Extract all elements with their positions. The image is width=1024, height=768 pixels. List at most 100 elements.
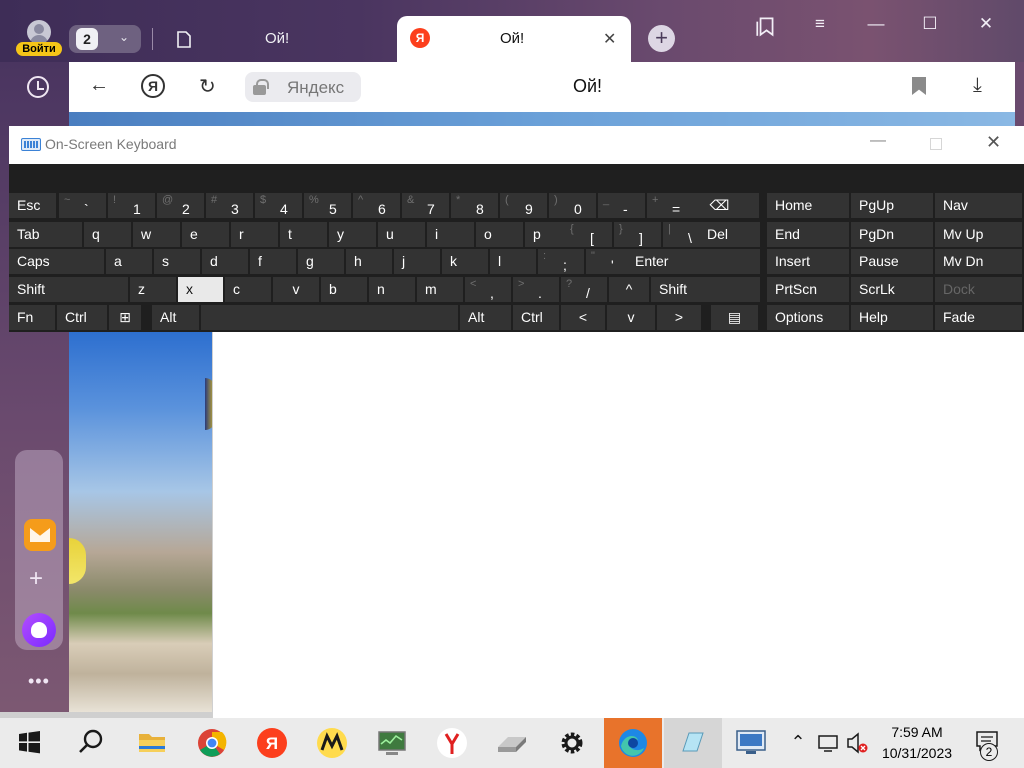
key-dock[interactable]: Dock: [935, 277, 1022, 302]
key-caps[interactable]: Caps: [9, 249, 104, 274]
key-symbol-0-1[interactable]: ~ `: [59, 193, 106, 218]
key-tab[interactable]: Tab: [9, 222, 82, 247]
back-arrow-icon[interactable]: ←: [89, 74, 109, 97]
key-help[interactable]: Help: [851, 305, 933, 330]
key-alt[interactable]: Alt: [152, 305, 199, 330]
key-esc[interactable]: Esc: [9, 193, 56, 218]
osk-minimize-icon[interactable]: —: [870, 132, 886, 150]
key-shift[interactable]: Shift: [651, 277, 760, 302]
key-5[interactable]: % 5: [304, 193, 351, 218]
page-title[interactable]: Ой!: [573, 76, 602, 97]
key-u[interactable]: u: [378, 222, 425, 247]
key-fn[interactable]: Fn: [9, 305, 55, 330]
key-symbol-3-11[interactable]: ^: [609, 277, 649, 302]
key-home[interactable]: Home: [767, 193, 849, 218]
key-end[interactable]: End: [767, 222, 849, 247]
key-o[interactable]: o: [476, 222, 523, 247]
site-info-button[interactable]: Яндекс: [245, 72, 361, 102]
key-h[interactable]: h: [346, 249, 392, 274]
osk-close-icon[interactable]: ✕: [986, 132, 1001, 153]
key-y[interactable]: y: [329, 222, 376, 247]
key-v[interactable]: v: [273, 277, 319, 302]
tab-counter-button[interactable]: 2 ⌄: [69, 25, 141, 53]
key-r[interactable]: r: [231, 222, 278, 247]
key-n[interactable]: n: [369, 277, 415, 302]
key-symbol-1-12[interactable]: }]: [614, 222, 661, 247]
drive-icon[interactable]: [482, 718, 542, 768]
key-2[interactable]: @2: [157, 193, 204, 218]
chrome-icon[interactable]: [182, 718, 242, 768]
key-nav[interactable]: Nav: [935, 193, 1022, 218]
yandex-y-icon[interactable]: [422, 718, 482, 768]
key-t[interactable]: t: [280, 222, 327, 247]
tab-active[interactable]: Я Ой! ✕: [397, 16, 631, 62]
login-button[interactable]: Войти: [16, 18, 62, 58]
key-j[interactable]: j: [394, 249, 440, 274]
alice-assistant-icon[interactable]: [22, 613, 56, 647]
osk-taskbar-icon[interactable]: [664, 718, 722, 768]
key-w[interactable]: w: [133, 222, 180, 247]
show-hidden-icons-chevron-up-icon[interactable]: ⌃: [786, 718, 810, 768]
key-k[interactable]: k: [442, 249, 488, 274]
key-pgup[interactable]: PgUp: [851, 193, 933, 218]
network-icon[interactable]: [814, 718, 842, 768]
key-q[interactable]: q: [84, 222, 131, 247]
key-fade[interactable]: Fade: [935, 305, 1022, 330]
key-f[interactable]: f: [250, 249, 296, 274]
yandex-home-icon[interactable]: Я: [141, 74, 165, 98]
key-shift[interactable]: Shift: [9, 277, 128, 302]
maximize-icon[interactable]: ☐: [918, 12, 942, 36]
bookmark-icon[interactable]: [912, 77, 926, 95]
key-4[interactable]: $4: [255, 193, 302, 218]
history-icon[interactable]: [27, 76, 49, 98]
close-window-icon[interactable]: ✕: [974, 12, 998, 36]
key-c[interactable]: c: [225, 277, 271, 302]
key-ctrl[interactable]: Ctrl: [57, 305, 107, 330]
key-i[interactable]: i: [427, 222, 474, 247]
key-alt[interactable]: Alt: [460, 305, 511, 330]
key-insert[interactable]: Insert: [767, 249, 849, 274]
collections-icon[interactable]: [754, 14, 778, 38]
volume-muted-icon[interactable]: [844, 718, 870, 768]
task-manager-icon[interactable]: [362, 718, 422, 768]
new-tab-button[interactable]: +: [648, 25, 675, 52]
key-symbol-0-14[interactable]: ⌫: [680, 193, 759, 218]
more-dots-icon[interactable]: •••: [28, 671, 50, 692]
key-mv-up[interactable]: Mv Up: [935, 222, 1022, 247]
system-clock[interactable]: 7:59 AM 10/31/2023: [872, 722, 962, 764]
key-d[interactable]: d: [202, 249, 248, 274]
edge-icon[interactable]: [604, 718, 662, 768]
key-3[interactable]: #3: [206, 193, 253, 218]
key-symbol-3-9[interactable]: >.: [513, 277, 559, 302]
key-b[interactable]: b: [321, 277, 367, 302]
key-pause[interactable]: Pause: [851, 249, 933, 274]
mail-icon[interactable]: [24, 519, 56, 551]
key-prtscn[interactable]: PrtScn: [767, 277, 849, 302]
key-symbol-1-11[interactable]: {[: [565, 222, 612, 247]
key-del[interactable]: Del: [699, 222, 760, 247]
search-icon[interactable]: [62, 718, 120, 768]
key-l[interactable]: l: [490, 249, 536, 274]
key-symbol-3-8[interactable]: <,: [465, 277, 511, 302]
key-z[interactable]: z: [130, 277, 176, 302]
key-9[interactable]: (9: [500, 193, 547, 218]
key-symbol-2-10[interactable]: :;: [538, 249, 584, 274]
yandex-market-icon[interactable]: [302, 718, 362, 768]
key-symbol-4-4[interactable]: [201, 305, 458, 330]
key-v[interactable]: v: [607, 305, 655, 330]
start-windows-icon[interactable]: [0, 718, 58, 768]
key-x[interactable]: x: [178, 277, 223, 302]
remote-desktop-icon[interactable]: [722, 718, 780, 768]
add-widget-icon[interactable]: +: [29, 565, 43, 593]
key-ctrl[interactable]: Ctrl: [513, 305, 559, 330]
key-symbol-4-10[interactable]: ▤: [711, 305, 758, 330]
key-m[interactable]: m: [417, 277, 463, 302]
key-e[interactable]: e: [182, 222, 229, 247]
menu-icon[interactable]: ≡: [808, 12, 832, 36]
key-7[interactable]: & 7: [402, 193, 449, 218]
key-symbol-0-12[interactable]: _ -: [598, 193, 645, 218]
download-icon[interactable]: ⤓: [973, 74, 982, 97]
key-s[interactable]: s: [154, 249, 200, 274]
key-symbol-4-9[interactable]: >: [657, 305, 701, 330]
key-pgdn[interactable]: PgDn: [851, 222, 933, 247]
